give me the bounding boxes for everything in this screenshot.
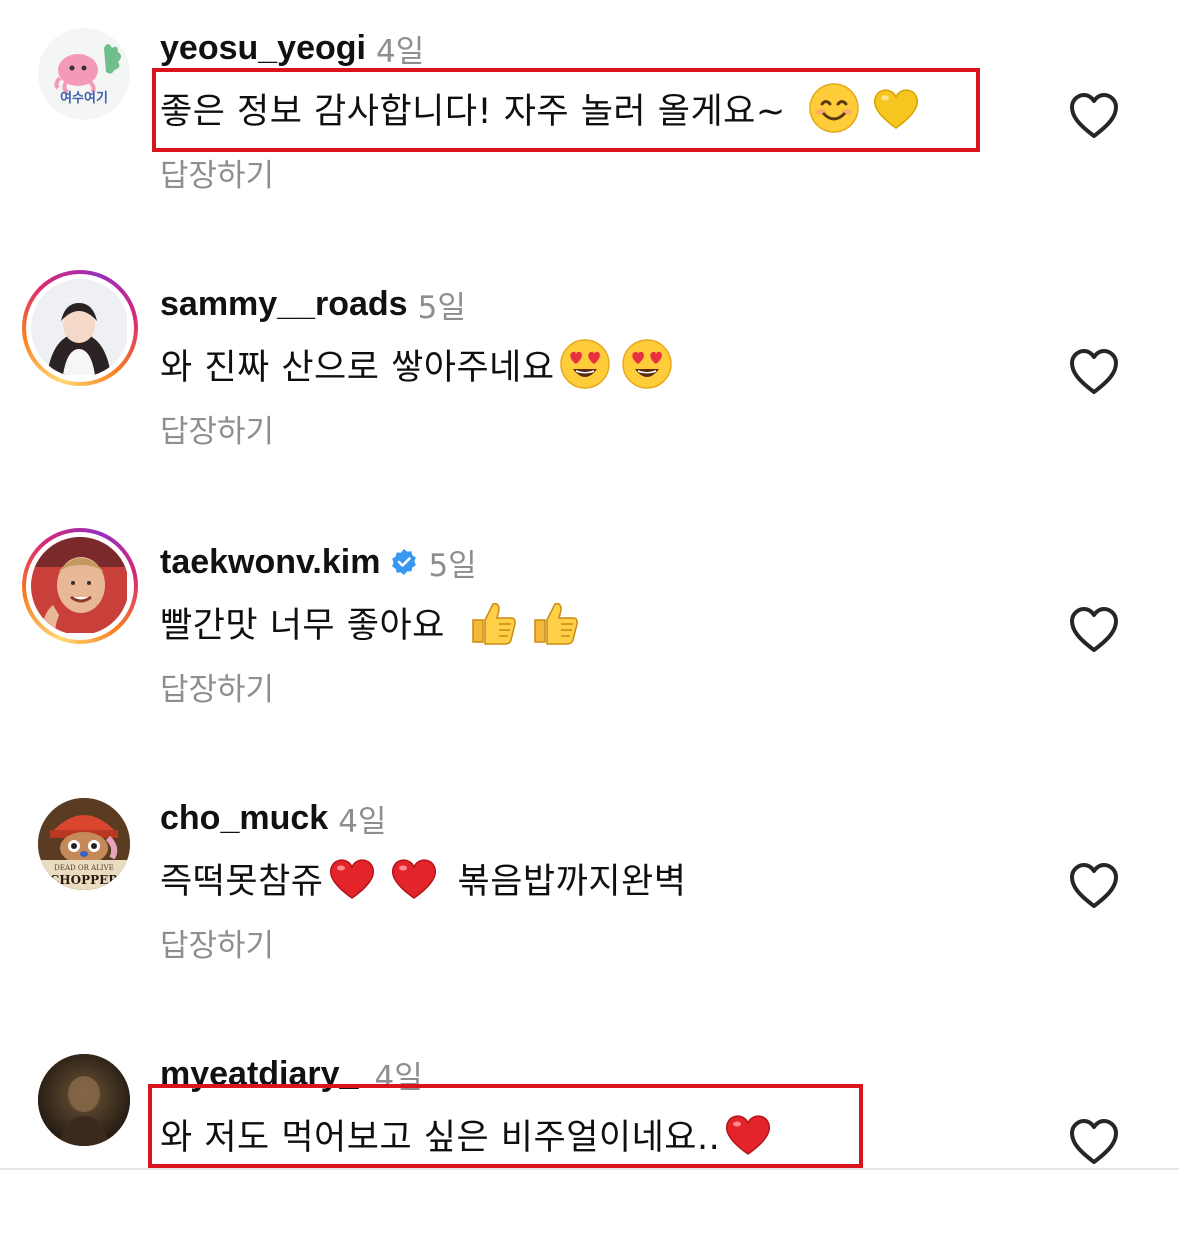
comment-body-end: 볶음밥까지완벽 xyxy=(457,861,687,902)
thumbs-up-emoji xyxy=(472,602,516,645)
comment-body: 빨간맛 너무 좋아요 xyxy=(160,605,445,646)
comment-header: yeosu_yeogi 4일 xyxy=(160,24,424,72)
story-ring xyxy=(26,532,134,640)
username[interactable]: taekwonv.kim xyxy=(160,543,380,582)
timestamp: 5일 xyxy=(417,289,466,326)
highlight-box-comment-1 xyxy=(152,68,980,152)
username[interactable]: sammy__roads xyxy=(160,285,408,324)
heart-outline-icon[interactable] xyxy=(1068,348,1120,396)
comment-header: cho_muck 4일 xyxy=(160,794,386,842)
avatar[interactable] xyxy=(22,270,138,386)
avatar[interactable]: DEAD OR ALIVE CHOPPER xyxy=(38,798,130,890)
avatar[interactable] xyxy=(38,1054,130,1146)
heart-outline-icon[interactable] xyxy=(1068,862,1120,910)
heart-outline-icon[interactable] xyxy=(1068,606,1120,654)
comment-body: 와 진짜 산으로 쌓아주네요 xyxy=(160,347,555,388)
username[interactable]: cho_muck xyxy=(160,799,328,838)
reply-button[interactable]: 답장하기 xyxy=(160,150,274,195)
story-ring xyxy=(26,274,134,382)
timestamp: 5일 xyxy=(428,547,477,584)
avatar-image xyxy=(31,537,129,635)
red-heart-emoji xyxy=(329,859,374,899)
reply-button[interactable]: 답장하기 xyxy=(160,664,274,709)
avatar[interactable] xyxy=(22,528,138,644)
comment-text: 빨간맛 너무 좋아요 xyxy=(160,592,581,652)
highlight-box-comment-5 xyxy=(148,1084,863,1168)
avatar-caption: DEAD OR ALIVE xyxy=(54,864,113,872)
comment-text: 와 진짜 산으로 쌓아주네요 xyxy=(160,334,673,394)
thumbs-up-emoji xyxy=(534,602,578,645)
avatar[interactable]: 여수여기 xyxy=(38,28,130,120)
username[interactable]: yeosu_yeogi xyxy=(160,29,366,68)
red-heart-emoji xyxy=(391,859,436,899)
avatar-image xyxy=(31,279,129,377)
timestamp: 4일 xyxy=(338,803,387,840)
heart-outline-icon[interactable] xyxy=(1068,1118,1120,1166)
heart-eyes-emoji xyxy=(559,339,610,389)
reply-button[interactable]: 답장하기 xyxy=(160,920,274,965)
comment-text: 즉떡못참쥬 볶음밥까지완벽 xyxy=(160,848,686,908)
comment-header: sammy__roads 5일 xyxy=(160,280,466,328)
verified-badge-icon xyxy=(392,549,417,575)
reply-button[interactable]: 답장하기 xyxy=(160,406,274,451)
timestamp: 4일 xyxy=(375,33,425,70)
divider xyxy=(0,1168,1179,1170)
comment-header: taekwonv.kim 5일 xyxy=(160,538,477,586)
comment-item: DEAD OR ALIVE CHOPPER cho_muck 4일 즉떡못참쥬 … xyxy=(0,794,1179,994)
comment-item: sammy__roads 5일 와 진짜 산으로 쌓아주네요 답장하기 xyxy=(0,270,1179,480)
heart-eyes-emoji xyxy=(621,339,672,389)
avatar-caption: CHOPPER xyxy=(50,873,120,887)
comment-body-start: 즉떡못참쥬 xyxy=(160,861,324,902)
heart-outline-icon[interactable] xyxy=(1068,92,1120,140)
comment-item: taekwonv.kim 5일 빨간맛 너무 좋아요 답장하기 xyxy=(0,528,1179,738)
avatar-logo-text: 여수여기 xyxy=(60,90,108,106)
